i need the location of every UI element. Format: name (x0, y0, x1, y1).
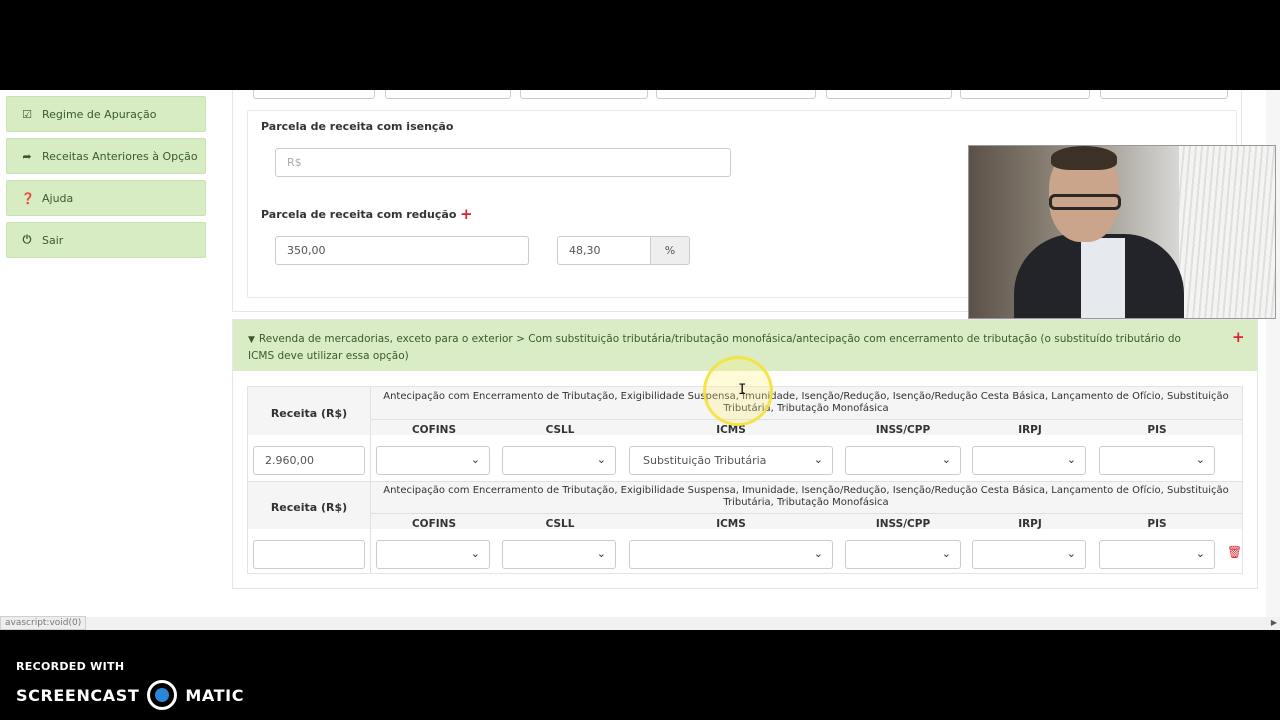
receita-label: Receita (R$) (270, 407, 348, 420)
presenter-glasses (1049, 194, 1121, 210)
sidebar-item-label: Regime de Apuração (42, 107, 157, 121)
row-description: Antecipação com Encerramento de Tributaç… (383, 391, 1229, 414)
chevron-down-icon: ⌄ (1066, 453, 1076, 466)
sidebar-item-label: Receitas Anteriores à Opção (42, 149, 198, 163)
column-header-icms: ICMS (716, 518, 746, 530)
chevron-down-icon: ⌄ (1195, 547, 1205, 560)
chevron-down-icon: ⌄ (596, 453, 606, 466)
text-cursor-icon: I (738, 382, 747, 398)
sidebar-item-label: Sair (42, 233, 64, 247)
status-url-tooltip: avascript:void(0) (0, 616, 87, 630)
chevron-down-icon: ⌄ (941, 453, 951, 466)
icms-select[interactable]: Substituição Tributária ⌄ (629, 446, 833, 475)
receita-input[interactable]: 2.960,00 (253, 446, 365, 475)
watermark-brand-left: SCREENCAST (16, 685, 140, 705)
chevron-down-icon: ⌄ (1195, 453, 1205, 466)
cut-off-input[interactable] (826, 90, 952, 99)
watermark-recorded-with: RECORDED WITH (16, 660, 125, 673)
column-header-cofins: COFINS (411, 424, 457, 436)
csll-select[interactable]: ⌄ (502, 540, 616, 569)
divider (370, 513, 1242, 514)
column-header-irpj: IRPJ (1018, 518, 1042, 530)
column-header-icms: ICMS (716, 424, 746, 436)
add-reducao-button[interactable]: + (460, 207, 473, 222)
presenter-hair (1051, 146, 1117, 170)
column-header-inss-cpp: INSS/CPP (875, 424, 931, 436)
csll-select[interactable]: ⌄ (502, 446, 616, 475)
chevron-down-icon: ⌄ (470, 547, 480, 560)
sidebar-item-regime-apuracao[interactable]: ☑ Regime de Apuração (6, 96, 206, 132)
percent-addon: % (650, 236, 690, 265)
trash-icon[interactable]: 🗑 (1227, 545, 1242, 559)
cut-off-input[interactable] (1100, 90, 1228, 99)
column-header-pis: PIS (1147, 424, 1167, 436)
reducao-value-input[interactable]: 350,00 (275, 236, 529, 265)
chevron-down-icon: ⌄ (813, 453, 823, 466)
column-header-inss-cpp: INSS/CPP (875, 518, 931, 530)
scroll-right-icon[interactable]: ▶ (1271, 618, 1277, 627)
divider (370, 419, 1242, 420)
cut-off-input[interactable] (520, 90, 648, 99)
reducao-percent-input[interactable]: 48,30 (557, 236, 651, 265)
cut-off-input[interactable] (253, 90, 375, 99)
question-circle-icon: ❓ (21, 191, 35, 205)
isencao-label: Parcela de receita com isenção (261, 120, 454, 133)
receita-input[interactable] (253, 540, 365, 569)
divider (370, 387, 371, 481)
inss-cpp-select[interactable]: ⌄ (845, 540, 961, 569)
irpj-select[interactable]: ⌄ (972, 446, 1086, 475)
column-header-cofins: COFINS (411, 518, 457, 530)
icms-select[interactable]: ⌄ (629, 540, 833, 569)
cut-off-input[interactable] (656, 90, 816, 99)
window-blind (1179, 146, 1275, 318)
reducao-label: Parcela de receita com redução (261, 208, 457, 221)
record-dot-icon (147, 680, 178, 710)
column-header-pis: PIS (1147, 518, 1167, 530)
inss-cpp-select[interactable]: ⌄ (845, 446, 961, 475)
isencao-input[interactable]: R$ (275, 148, 731, 177)
irpj-select[interactable]: ⌄ (972, 540, 1086, 569)
horizontal-scrollbar[interactable]: ▶ (0, 617, 1280, 630)
power-icon: ⏻ (22, 233, 32, 246)
row-description: Antecipação com Encerramento de Tributaç… (383, 485, 1229, 508)
pis-select[interactable]: ⌄ (1099, 446, 1215, 475)
column-header-csll: CSLL (545, 518, 575, 530)
chevron-down-icon: ⌄ (596, 547, 606, 560)
video-top-bar (0, 0, 1280, 90)
webcam-overlay (968, 145, 1276, 319)
divider (248, 481, 1242, 482)
cofins-select[interactable]: ⌄ (376, 446, 490, 475)
check-square-icon: ☑ (22, 107, 32, 121)
presenter-shirt (1081, 238, 1125, 318)
column-header-irpj: IRPJ (1018, 424, 1042, 436)
chevron-down-icon: ⌄ (813, 547, 823, 560)
receita-label: Receita (R$) (270, 501, 348, 514)
pis-select[interactable]: ⌄ (1099, 540, 1215, 569)
cut-off-input[interactable] (385, 90, 511, 99)
cut-off-input[interactable] (960, 90, 1090, 99)
sidebar-item-label: Ajuda (42, 191, 74, 205)
section-title: Revenda de mercadorias, exceto para o ex… (248, 333, 1181, 362)
caret-down-icon: ▼ (248, 335, 255, 345)
divider (370, 481, 371, 573)
cofins-select[interactable]: ⌄ (376, 540, 490, 569)
column-header-csll: CSLL (545, 424, 575, 436)
sidebar-item-receitas-anteriores[interactable]: ➦ Receitas Anteriores à Opção (6, 138, 206, 174)
chevron-down-icon: ⌄ (941, 547, 951, 560)
chevron-down-icon: ⌄ (1066, 547, 1076, 560)
add-section-row-button[interactable]: + (1232, 330, 1245, 345)
sidebar-item-ajuda[interactable]: ❓ Ajuda (6, 180, 206, 216)
screencast-matic-watermark: SCREENCAST MATIC (16, 680, 244, 710)
share-arrow-icon: ➦ (22, 149, 32, 163)
chevron-down-icon: ⌄ (470, 453, 480, 466)
sidebar-item-sair[interactable]: ⏻ Sair (6, 222, 206, 258)
watermark-brand-right: MATIC (185, 685, 245, 705)
